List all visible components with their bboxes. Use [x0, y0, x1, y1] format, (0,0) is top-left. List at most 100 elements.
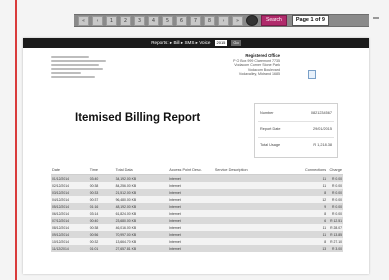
zoom-icon[interactable]: [246, 15, 258, 26]
summary-number-row: Number 0821234567: [260, 106, 332, 120]
address-line: [51, 72, 81, 74]
cell-connections: 13: [322, 246, 327, 251]
table-row: 05/12/2014 01:16 48,192.00 KB Internet 9…: [51, 203, 343, 210]
cell-time: 00:32: [89, 239, 99, 244]
cell-total-data: 70,997.00 KB: [115, 232, 137, 237]
cell-charge: R 0.00: [332, 176, 342, 181]
cell-charge: R 28.07: [330, 225, 342, 230]
cell-time: 03:40: [89, 176, 99, 181]
summary-box: Number 0821234567 Report Date 29/01/2015…: [254, 103, 338, 158]
cell-access-point: Internet: [169, 232, 181, 237]
cell-date: 11/12/2014: [52, 246, 69, 251]
cell-access-point: Internet: [169, 190, 181, 195]
cell-time: 00:33: [89, 190, 99, 195]
table-row: 11/12/2014 01:01 27,657.81 KB Internet 1…: [51, 245, 343, 252]
cell-date: 06/12/2014: [52, 211, 69, 216]
cell-charge: R 0.00: [332, 204, 342, 209]
cell-charge: R 0.00: [332, 211, 342, 216]
registered-office-block: Registered Office P O Box 999 Claremont …: [218, 53, 280, 77]
col-header-time: Time: [89, 167, 99, 172]
go-button[interactable]: Go: [231, 40, 241, 46]
prev-page-button[interactable]: ‹: [92, 15, 103, 26]
col-header-service: Service Description: [214, 167, 248, 172]
table-row: 07/12/2014 00:40 23,680.00 KB Internet 6…: [51, 217, 343, 224]
cell-charge: R 0.00: [332, 183, 342, 188]
summary-number-value: 0821234567: [310, 111, 332, 115]
page-5-button[interactable]: 5: [162, 15, 173, 26]
table-row: 02/12/2014 00:38 84,256.00 KB Internet 1…: [51, 182, 343, 189]
address-line: [51, 76, 95, 78]
col-header-total-data: Total Data: [115, 167, 133, 172]
page-2-button[interactable]: 2: [120, 15, 131, 26]
cell-connections: 11: [322, 183, 327, 188]
cell-time: 00:40: [89, 218, 99, 223]
address-line: [51, 56, 89, 58]
cell-date: 08/12/2014: [52, 225, 69, 230]
search-button[interactable]: Search: [261, 15, 287, 26]
page-1-button[interactable]: 1: [106, 15, 117, 26]
cell-connections: 11: [322, 176, 327, 181]
cell-connections: 11: [322, 225, 327, 230]
cell-total-data: 84,256.00 KB: [115, 183, 137, 188]
page-8-button[interactable]: 8: [204, 15, 215, 26]
cell-date: 09/12/2014: [52, 232, 69, 237]
cell-total-data: 21,512.00 KB: [115, 190, 137, 195]
document-header-bar: Reports: ▸ Bill ▸ SMS ▸ Voice 2015 Go: [23, 38, 369, 48]
cell-charge: R 0.00: [332, 197, 342, 202]
cell-connections: 8: [324, 239, 327, 244]
cell-time: 01:16: [89, 204, 99, 209]
cell-total-data: 96,480.00 KB: [115, 197, 137, 202]
col-header-connections: Connections: [305, 167, 327, 172]
cell-date: 03/12/2014: [52, 190, 69, 195]
billing-table: 01/12/2014 03:40 34,192.00 KB Internet 1…: [51, 175, 343, 252]
address-line: [51, 68, 103, 70]
cell-charge: R 0.00: [332, 190, 342, 195]
table-row: 08/12/2014 00:38 46,016.00 KB Internet 1…: [51, 224, 343, 231]
company-logo: [289, 53, 335, 95]
cell-connections: 6: [324, 218, 327, 223]
summary-usage-label: Total Usage: [260, 143, 281, 147]
next-page-button[interactable]: ›: [218, 15, 229, 26]
col-header-date: Date: [52, 167, 61, 172]
cell-date: 10/12/2014: [52, 239, 69, 244]
cell-charge: R 3.00: [332, 246, 342, 251]
page-7-button[interactable]: 7: [190, 15, 201, 26]
last-page-button[interactable]: »: [232, 15, 243, 26]
address-line: [51, 64, 99, 66]
close-icon[interactable]: [373, 17, 379, 19]
cell-time: 03:14: [89, 211, 99, 216]
table-row: 01/12/2014 03:40 34,192.00 KB Internet 1…: [51, 175, 343, 182]
customer-address-block: [51, 56, 121, 80]
viewer-stage: « ‹ 1 2 3 4 5 6 7 8 › » Search Page 1 of…: [0, 0, 389, 280]
cell-access-point: Internet: [169, 239, 181, 244]
cell-charge: R 12.51: [330, 218, 342, 223]
summary-usage-row: Total Usage R 1,218.38: [260, 138, 332, 152]
table-row: 09/12/2014 00:56 70,997.00 KB Internet 1…: [51, 231, 343, 238]
cell-time: 00:56: [89, 232, 99, 237]
cell-date: 05/12/2014: [52, 204, 69, 209]
page-indicator: Page 1 of 9: [291, 15, 329, 26]
summary-number-label: Number: [260, 111, 274, 115]
first-page-button[interactable]: «: [78, 15, 89, 26]
summary-date-value: 29/01/2015: [312, 127, 332, 131]
cell-time: 00:37: [89, 197, 99, 202]
broken-image-icon: [308, 69, 316, 79]
table-header: Date Time Total Data Access Point Desc. …: [51, 165, 343, 175]
cell-access-point: Internet: [169, 204, 181, 209]
page-6-button[interactable]: 6: [176, 15, 187, 26]
year-select[interactable]: 2015: [214, 40, 228, 46]
cell-connections: 11: [322, 232, 327, 237]
cell-access-point: Internet: [169, 176, 181, 181]
cell-charge: R 13.85: [330, 232, 342, 237]
cell-access-point: Internet: [169, 225, 181, 230]
cell-time: 00:38: [89, 183, 99, 188]
page-3-button[interactable]: 3: [134, 15, 145, 26]
cell-connections: 12: [322, 197, 327, 202]
report-title: Itemised Billing Report: [75, 112, 201, 124]
page-4-button[interactable]: 4: [148, 15, 159, 26]
table-row: 03/12/2014 00:33 21,512.00 KB Internet 8…: [51, 189, 343, 196]
cell-total-data: 23,680.00 KB: [115, 218, 137, 223]
cell-connections: 8: [324, 190, 327, 195]
table-row: 10/12/2014 00:32 13,664.70 KB Internet 8…: [51, 238, 343, 245]
cell-total-data: 13,664.70 KB: [115, 239, 137, 244]
